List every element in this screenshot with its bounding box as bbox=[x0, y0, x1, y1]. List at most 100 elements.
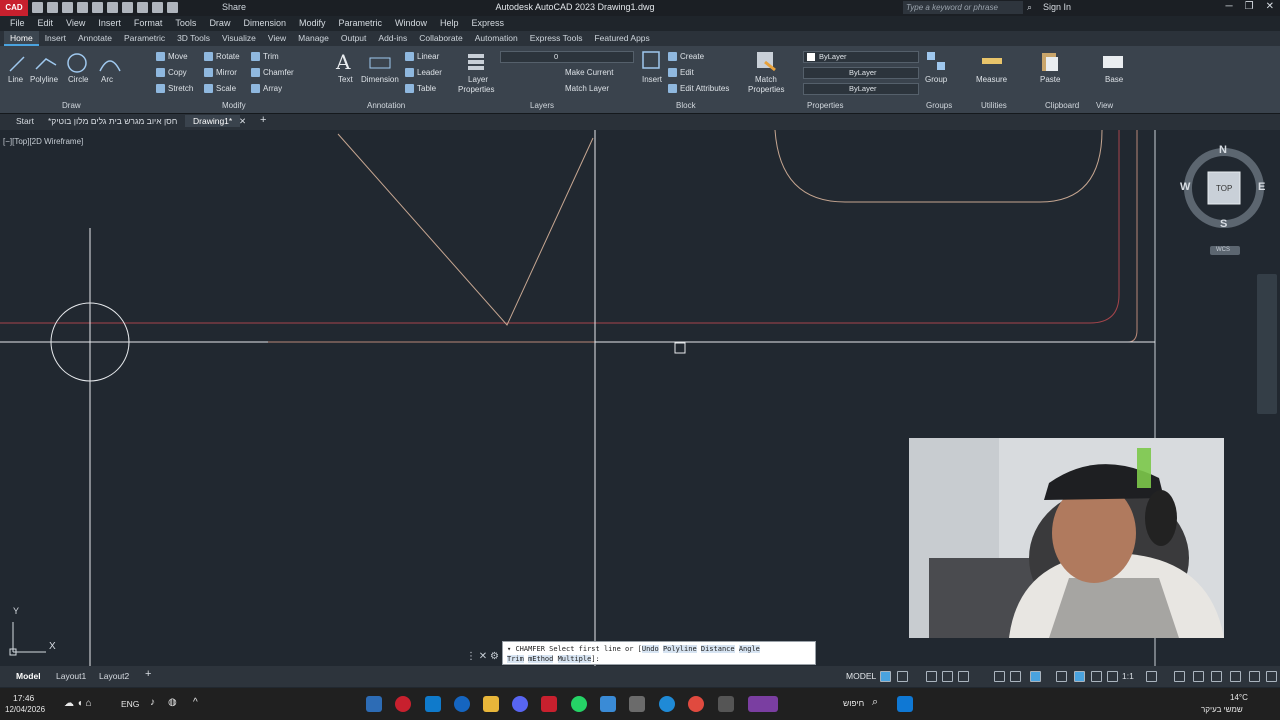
clipboard-panel-title[interactable]: Clipboard bbox=[1045, 101, 1079, 110]
show-hidden-icons[interactable]: ^ bbox=[193, 697, 198, 708]
tab-express-tools[interactable]: Express Tools bbox=[524, 31, 589, 46]
measure-button[interactable]: Measure bbox=[976, 75, 1007, 84]
paste-button[interactable]: Paste bbox=[1040, 75, 1060, 84]
scale-dropdown[interactable]: 1:1 bbox=[1122, 671, 1134, 681]
annotation-monitor-icon[interactable] bbox=[1174, 671, 1185, 682]
osnap-tracking-icon[interactable] bbox=[994, 671, 1005, 682]
osnap-icon[interactable] bbox=[1010, 671, 1021, 682]
polyline-button[interactable]: Polyline bbox=[30, 75, 58, 84]
wcs-menu[interactable]: WCS bbox=[1216, 247, 1230, 253]
stretch-button[interactable]: Stretch bbox=[156, 84, 193, 94]
text-button[interactable]: Text bbox=[338, 75, 353, 84]
search-icon[interactable]: ⌕ bbox=[1027, 2, 1032, 13]
tab-add-ins[interactable]: Add-ins bbox=[372, 31, 413, 46]
layer-dropdown[interactable]: 0 bbox=[500, 51, 634, 63]
line-button[interactable]: Line bbox=[8, 75, 23, 84]
language-indicator[interactable]: ENG bbox=[121, 699, 139, 709]
menu-help[interactable]: Help bbox=[440, 16, 459, 31]
dimension-button[interactable]: Dimension bbox=[361, 75, 399, 84]
mirror-button[interactable]: Mirror bbox=[204, 68, 237, 78]
model-tab[interactable]: Model bbox=[16, 671, 41, 681]
draw-panel-title[interactable]: Draw bbox=[62, 101, 81, 110]
compass-north[interactable]: N bbox=[1219, 144, 1227, 156]
model-space-toggle[interactable]: MODEL bbox=[846, 671, 876, 681]
isolate-objects-icon[interactable] bbox=[1211, 671, 1222, 682]
layout2-tab[interactable]: Layout2 bbox=[99, 671, 129, 681]
create-block-button[interactable]: Create bbox=[668, 52, 704, 62]
linetype-dropdown[interactable]: ByLayer bbox=[803, 67, 919, 79]
grid-icon[interactable] bbox=[880, 671, 891, 682]
menu-dimension[interactable]: Dimension bbox=[243, 16, 286, 31]
microphone-icon[interactable]: ♪ bbox=[150, 697, 155, 708]
viewcube-top-face[interactable]: TOP bbox=[1216, 184, 1232, 193]
viewport-controls[interactable]: [−][Top][2D Wireframe] bbox=[3, 137, 83, 146]
discord-app-icon[interactable] bbox=[512, 696, 528, 712]
menu-modify[interactable]: Modify bbox=[299, 16, 326, 31]
option-trim[interactable]: Trim bbox=[507, 655, 524, 663]
taskbar-search[interactable]: חיפוש bbox=[843, 698, 864, 708]
clock-date[interactable]: 12/04/2026 bbox=[5, 705, 45, 714]
linear-button[interactable]: Linear bbox=[405, 52, 439, 62]
polar-icon[interactable] bbox=[942, 671, 953, 682]
menu-express[interactable]: Express bbox=[472, 16, 505, 31]
layer-properties-button[interactable]: Layer bbox=[468, 75, 488, 84]
circle-button[interactable]: Circle bbox=[68, 75, 88, 84]
tab-annotate[interactable]: Annotate bbox=[72, 31, 118, 46]
viewcube[interactable]: N S E W TOP WCS bbox=[1176, 140, 1272, 260]
chrome-app-icon[interactable] bbox=[688, 696, 704, 712]
menu-view[interactable]: View bbox=[66, 16, 85, 31]
start-tab[interactable]: Start bbox=[16, 116, 34, 126]
edge-app-icon[interactable] bbox=[659, 696, 675, 712]
weather-desc[interactable]: שמשי בעיקר bbox=[1201, 705, 1243, 714]
color-dropdown[interactable]: ByLayer bbox=[803, 51, 919, 63]
store-app-icon[interactable] bbox=[425, 696, 441, 712]
menu-parametric[interactable]: Parametric bbox=[339, 16, 383, 31]
tab-collaborate[interactable]: Collaborate bbox=[413, 31, 468, 46]
group-button[interactable]: Group bbox=[925, 75, 947, 84]
leader-button[interactable]: Leader bbox=[405, 68, 442, 78]
option-polyline[interactable]: Polyline bbox=[662, 645, 697, 653]
app-icon-gray[interactable] bbox=[629, 696, 645, 712]
ortho-icon[interactable] bbox=[926, 671, 937, 682]
menu-tools[interactable]: Tools bbox=[175, 16, 196, 31]
layers-panel-title[interactable]: Layers bbox=[530, 101, 554, 110]
edit-attributes-button[interactable]: Edit Attributes bbox=[668, 84, 729, 94]
menu-window[interactable]: Window bbox=[395, 16, 427, 31]
tab-home[interactable]: Home bbox=[4, 31, 39, 46]
make-current-button[interactable]: Make Current bbox=[565, 68, 613, 77]
annotation-scale-icon[interactable] bbox=[1074, 671, 1085, 682]
workspace-icon[interactable] bbox=[1146, 671, 1157, 682]
add-layout-icon[interactable]: + bbox=[145, 668, 151, 680]
view-panel-title[interactable]: View bbox=[1096, 101, 1113, 110]
hardware-acceleration-icon[interactable] bbox=[1230, 671, 1241, 682]
option-distance[interactable]: Distance bbox=[700, 645, 735, 653]
tab-featured-apps[interactable]: Featured Apps bbox=[588, 31, 655, 46]
copy-button[interactable]: Copy bbox=[156, 68, 187, 78]
navigation-bar[interactable] bbox=[1257, 274, 1277, 414]
weather-temp[interactable]: 14°C bbox=[1230, 693, 1248, 702]
table-button[interactable]: Table bbox=[405, 84, 436, 94]
snap-icon[interactable] bbox=[897, 671, 908, 682]
autocad-app-icon[interactable] bbox=[541, 696, 557, 712]
menu-draw[interactable]: Draw bbox=[209, 16, 230, 31]
close-command-icon[interactable]: ✕ bbox=[479, 651, 487, 662]
menu-format[interactable]: Format bbox=[134, 16, 163, 31]
tab-insert[interactable]: Insert bbox=[39, 31, 72, 46]
match-properties-button[interactable]: Match bbox=[755, 75, 777, 84]
base-button[interactable]: Base bbox=[1105, 75, 1123, 84]
sign-in-button[interactable]: Sign In bbox=[1043, 2, 1071, 12]
clock-time[interactable]: 17:46 bbox=[13, 693, 34, 703]
option-method[interactable]: mEthod bbox=[528, 655, 554, 663]
utilities-panel-title[interactable]: Utilities bbox=[981, 101, 1007, 110]
tab-automation[interactable]: Automation bbox=[469, 31, 524, 46]
file-tab-drawing1[interactable]: Drawing1* bbox=[185, 115, 241, 127]
clean-screen-icon[interactable] bbox=[1249, 671, 1260, 682]
tab-3d-tools[interactable]: 3D Tools bbox=[171, 31, 216, 46]
tab-manage[interactable]: Manage bbox=[292, 31, 335, 46]
isodraft-icon[interactable] bbox=[958, 671, 969, 682]
units-icon[interactable] bbox=[1193, 671, 1204, 682]
network-icon[interactable]: ◍ bbox=[168, 697, 177, 708]
arc-button[interactable]: Arc bbox=[101, 75, 113, 84]
close-tab-icon[interactable]: ✕ bbox=[239, 116, 246, 127]
search-icon-taskbar[interactable]: ⌕ bbox=[872, 696, 878, 709]
